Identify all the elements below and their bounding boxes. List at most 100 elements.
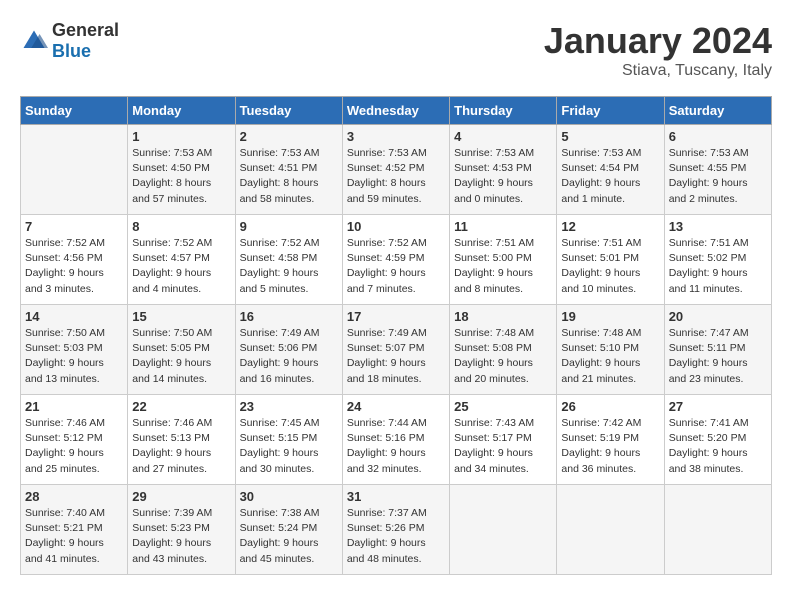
header-thursday: Thursday [450,97,557,125]
week-row-4: 28 Sunrise: 7:40 AMSunset: 5:21 PMDayligh… [21,485,772,575]
day-number: 18 [454,309,552,324]
day-number: 15 [132,309,230,324]
day-cell: 4 Sunrise: 7:53 AMSunset: 4:53 PMDaylight… [450,125,557,215]
calendar-title: January 2024 [544,20,772,62]
day-cell: 25Sunrise: 7:43 AMSunset: 5:17 PMDayligh… [450,395,557,485]
logo-general: General [52,20,119,40]
day-cell: 29 Sunrise: 7:39 AMSunset: 5:23 PMDayligh… [128,485,235,575]
day-info: Sunrise: 7:49 AMSunset: 5:06 PMDaylight:… [240,326,338,387]
day-info: Sunrise: 7:53 AMSunset: 4:53 PMDaylight:… [454,146,552,207]
day-info: Sunrise: 7:41 AMSunset: 5:20 PMDaylight:… [669,416,767,477]
day-number: 28 [25,489,123,504]
day-number: 30 [240,489,338,504]
day-number: 12 [561,219,659,234]
day-info: Sunrise: 7:48 AMSunset: 5:10 PMDaylight:… [561,326,659,387]
day-info: Sunrise: 7:53 AMSunset: 4:50 PMDaylight:… [132,146,230,207]
day-info: Sunrise: 7:38 AMSunset: 5:24 PMDaylight:… [240,506,338,567]
day-number: 6 [669,129,767,144]
logo-icon [20,27,48,55]
day-number: 17 [347,309,445,324]
day-cell: 2Sunrise: 7:53 AMSunset: 4:51 PMDaylight… [235,125,342,215]
day-info: Sunrise: 7:48 AMSunset: 5:08 PMDaylight:… [454,326,552,387]
day-info: Sunrise: 7:51 AMSunset: 5:02 PMDaylight:… [669,236,767,297]
day-info: Sunrise: 7:50 AMSunset: 5:03 PMDaylight:… [25,326,123,387]
day-number: 24 [347,399,445,414]
header-sunday: Sunday [21,97,128,125]
day-number: 5 [561,129,659,144]
header-row: SundayMondayTuesdayWednesdayThursdayFrid… [21,97,772,125]
day-number: 11 [454,219,552,234]
day-number: 7 [25,219,123,234]
title-area: January 2024 Stiava, Tuscany, Italy [544,20,772,80]
day-info: Sunrise: 7:50 AMSunset: 5:05 PMDaylight:… [132,326,230,387]
day-number: 14 [25,309,123,324]
day-cell: 6 Sunrise: 7:53 AMSunset: 4:55 PMDaylight… [664,125,771,215]
day-number: 8 [132,219,230,234]
day-cell: 13 Sunrise: 7:51 AMSunset: 5:02 PMDayligh… [664,215,771,305]
day-number: 23 [240,399,338,414]
logo-text: General Blue [52,20,119,62]
day-info: Sunrise: 7:53 AMSunset: 4:55 PMDaylight:… [669,146,767,207]
day-cell: 24 Sunrise: 7:44 AMSunset: 5:16 PMDayligh… [342,395,449,485]
day-cell: 27 Sunrise: 7:41 AMSunset: 5:20 PMDayligh… [664,395,771,485]
day-number: 20 [669,309,767,324]
day-info: Sunrise: 7:49 AMSunset: 5:07 PMDaylight:… [347,326,445,387]
day-number: 13 [669,219,767,234]
header-saturday: Saturday [664,97,771,125]
day-cell: 7 Sunrise: 7:52 AMSunset: 4:56 PMDaylight… [21,215,128,305]
day-info: Sunrise: 7:52 AMSunset: 4:57 PMDaylight:… [132,236,230,297]
day-cell: 5 Sunrise: 7:53 AMSunset: 4:54 PMDaylight… [557,125,664,215]
day-number: 3 [347,129,445,144]
day-cell: 28 Sunrise: 7:40 AMSunset: 5:21 PMDayligh… [21,485,128,575]
day-info: Sunrise: 7:37 AMSunset: 5:26 PMDaylight:… [347,506,445,567]
day-cell: 20 Sunrise: 7:47 AMSunset: 5:11 PMDayligh… [664,305,771,395]
day-cell: 1Sunrise: 7:53 AMSunset: 4:50 PMDaylight… [128,125,235,215]
day-cell: 12Sunrise: 7:51 AMSunset: 5:01 PMDayligh… [557,215,664,305]
day-cell: 19 Sunrise: 7:48 AMSunset: 5:10 PMDayligh… [557,305,664,395]
day-cell: 3 Sunrise: 7:53 AMSunset: 4:52 PMDaylight… [342,125,449,215]
day-info: Sunrise: 7:52 AMSunset: 4:58 PMDaylight:… [240,236,338,297]
day-cell: 16 Sunrise: 7:49 AMSunset: 5:06 PMDayligh… [235,305,342,395]
day-cell: 31 Sunrise: 7:37 AMSunset: 5:26 PMDayligh… [342,485,449,575]
day-info: Sunrise: 7:47 AMSunset: 5:11 PMDaylight:… [669,326,767,387]
day-info: Sunrise: 7:42 AMSunset: 5:19 PMDaylight:… [561,416,659,477]
day-cell: 15 Sunrise: 7:50 AMSunset: 5:05 PMDayligh… [128,305,235,395]
calendar-table: SundayMondayTuesdayWednesdayThursdayFrid… [20,96,772,575]
day-cell: 8 Sunrise: 7:52 AMSunset: 4:57 PMDaylight… [128,215,235,305]
day-cell [557,485,664,575]
day-info: Sunrise: 7:39 AMSunset: 5:23 PMDaylight:… [132,506,230,567]
day-info: Sunrise: 7:43 AMSunset: 5:17 PMDaylight:… [454,416,552,477]
day-info: Sunrise: 7:46 AMSunset: 5:12 PMDaylight:… [25,416,123,477]
day-info: Sunrise: 7:52 AMSunset: 4:59 PMDaylight:… [347,236,445,297]
day-info: Sunrise: 7:44 AMSunset: 5:16 PMDaylight:… [347,416,445,477]
day-cell: 17 Sunrise: 7:49 AMSunset: 5:07 PMDayligh… [342,305,449,395]
day-cell [450,485,557,575]
day-info: Sunrise: 7:52 AMSunset: 4:56 PMDaylight:… [25,236,123,297]
header-tuesday: Tuesday [235,97,342,125]
day-info: Sunrise: 7:53 AMSunset: 4:54 PMDaylight:… [561,146,659,207]
day-cell: 21Sunrise: 7:46 AMSunset: 5:12 PMDayligh… [21,395,128,485]
header-monday: Monday [128,97,235,125]
day-info: Sunrise: 7:46 AMSunset: 5:13 PMDaylight:… [132,416,230,477]
day-cell: 9 Sunrise: 7:52 AMSunset: 4:58 PMDaylight… [235,215,342,305]
day-cell [664,485,771,575]
day-info: Sunrise: 7:40 AMSunset: 5:21 PMDaylight:… [25,506,123,567]
day-number: 9 [240,219,338,234]
day-number: 26 [561,399,659,414]
day-number: 4 [454,129,552,144]
day-number: 16 [240,309,338,324]
day-cell [21,125,128,215]
day-info: Sunrise: 7:53 AMSunset: 4:52 PMDaylight:… [347,146,445,207]
day-cell: 23 Sunrise: 7:45 AMSunset: 5:15 PMDayligh… [235,395,342,485]
week-row-0: 1Sunrise: 7:53 AMSunset: 4:50 PMDaylight… [21,125,772,215]
day-number: 19 [561,309,659,324]
day-number: 29 [132,489,230,504]
day-cell: 14 Sunrise: 7:50 AMSunset: 5:03 PMDayligh… [21,305,128,395]
day-number: 10 [347,219,445,234]
day-info: Sunrise: 7:53 AMSunset: 4:51 PMDaylight:… [240,146,338,207]
day-info: Sunrise: 7:45 AMSunset: 5:15 PMDaylight:… [240,416,338,477]
day-cell: 26 Sunrise: 7:42 AMSunset: 5:19 PMDayligh… [557,395,664,485]
day-number: 31 [347,489,445,504]
day-number: 27 [669,399,767,414]
week-row-1: 7 Sunrise: 7:52 AMSunset: 4:56 PMDaylight… [21,215,772,305]
